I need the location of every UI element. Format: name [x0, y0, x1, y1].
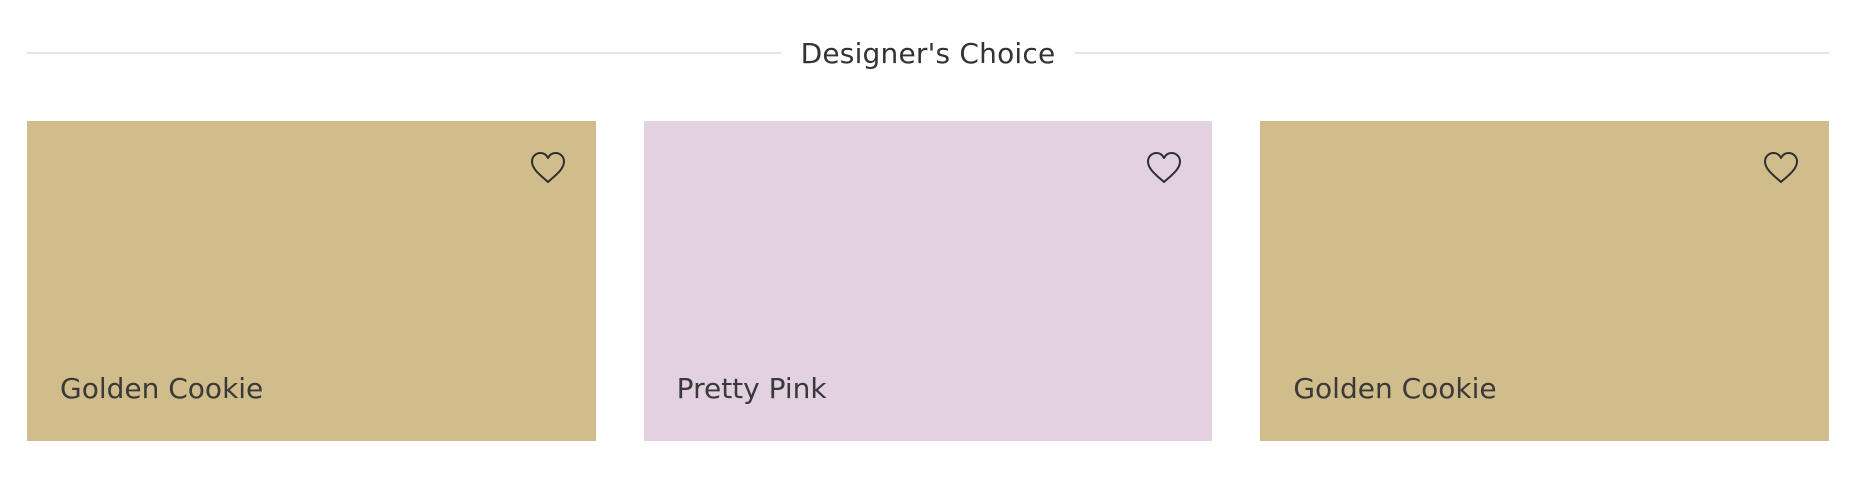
color-card[interactable]: Golden Cookie — [27, 121, 596, 441]
section-header: Designer's Choice — [27, 28, 1830, 78]
card-color-name: Golden Cookie — [1293, 372, 1497, 405]
designers-choice-section: Designer's Choice Golden Cookie Pretty P… — [27, 0, 1830, 486]
color-cards-row: Golden Cookie Pretty Pink Golden Cookie — [27, 121, 1830, 441]
heart-outline-icon — [530, 152, 565, 183]
card-color-name: Pretty Pink — [676, 372, 827, 405]
color-card[interactable]: Golden Cookie — [1260, 121, 1830, 441]
heart-outline-icon — [1764, 152, 1799, 183]
heart-outline-icon — [1147, 152, 1182, 183]
section-title: Designer's Choice — [800, 36, 1056, 70]
favorite-button[interactable] — [1146, 151, 1182, 185]
favorite-button[interactable] — [1763, 151, 1799, 185]
favorite-button[interactable] — [530, 151, 566, 185]
color-card[interactable]: Pretty Pink — [643, 121, 1213, 441]
card-color-name: Golden Cookie — [60, 372, 264, 405]
divider-left — [27, 52, 781, 54]
divider-right — [1075, 52, 1830, 54]
